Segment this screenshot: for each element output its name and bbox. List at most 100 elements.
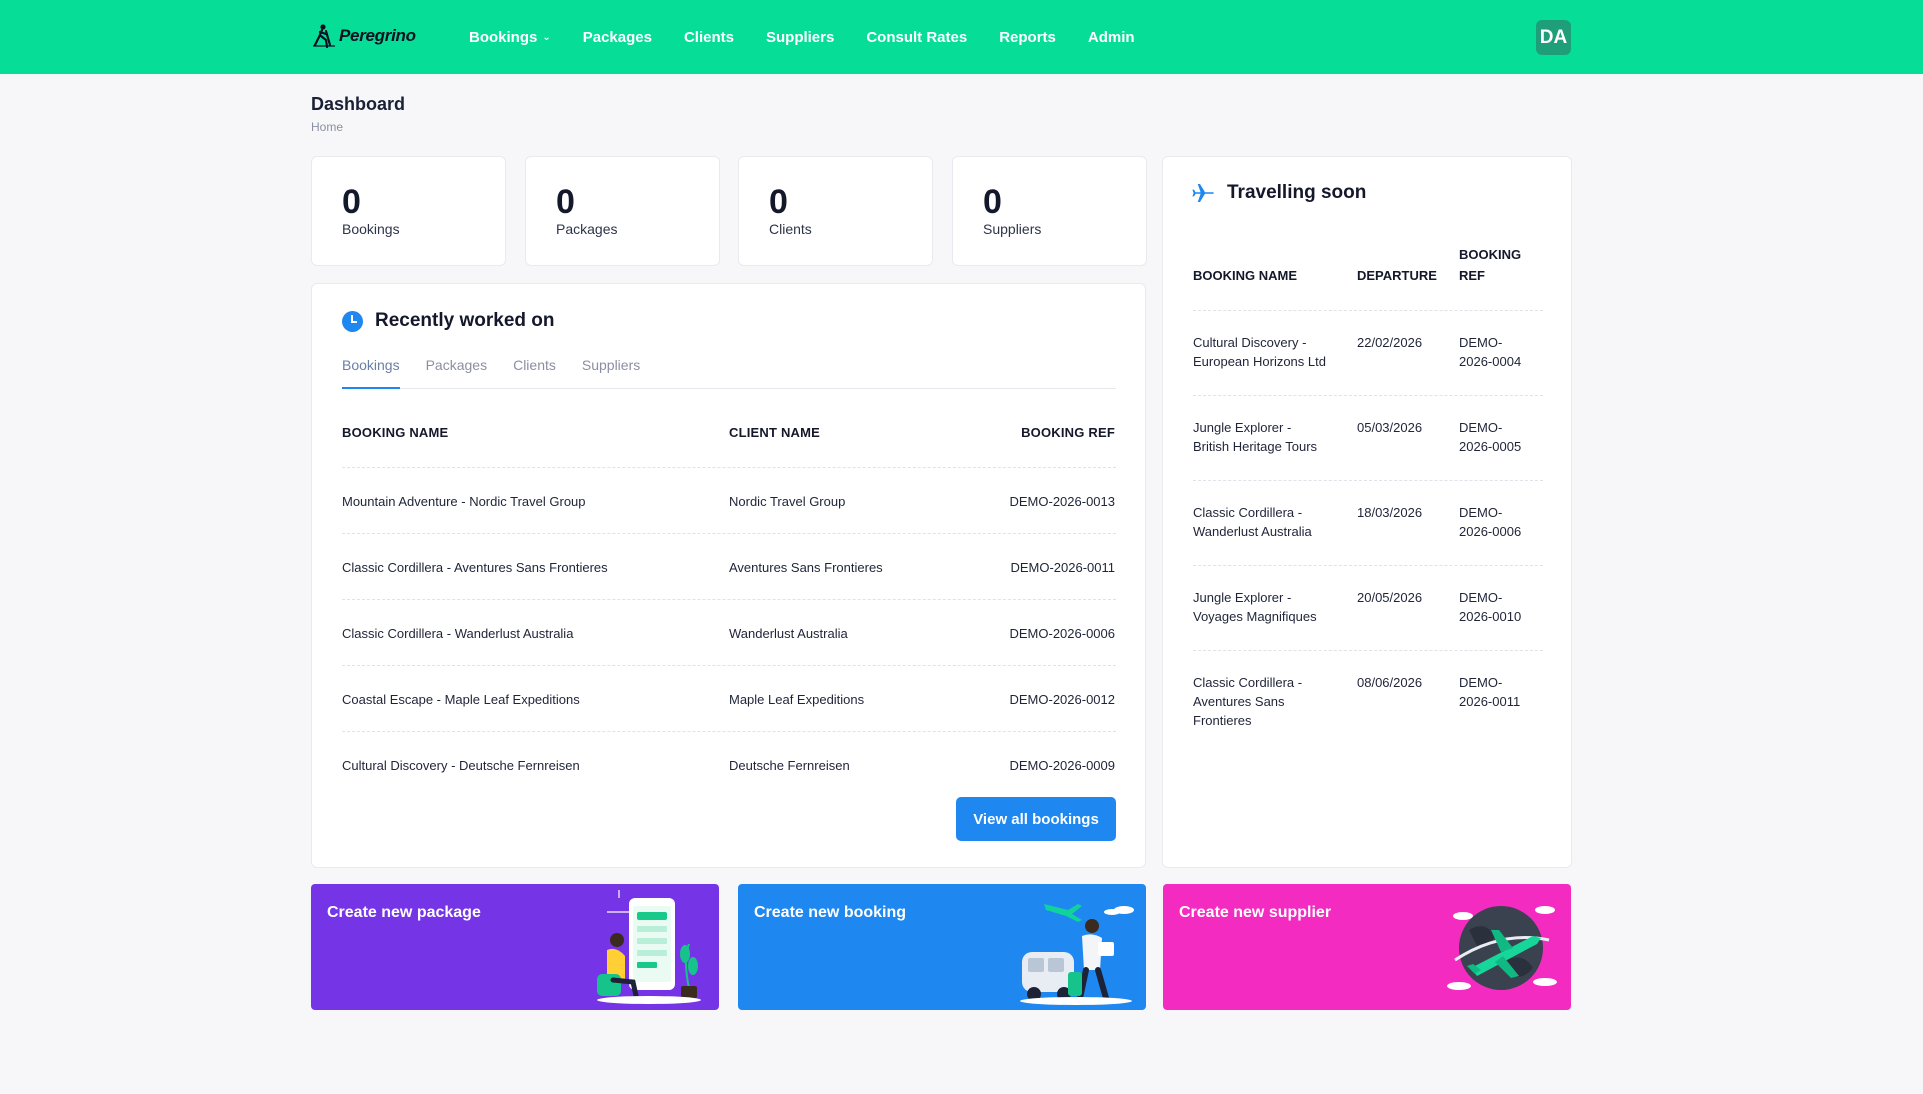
nav-item-label: Bookings [469, 28, 538, 46]
page-title: Dashboard [311, 94, 406, 114]
booking-ref-cell: DEMO-2026-0013 [1009, 494, 1116, 509]
row-divider [1193, 480, 1543, 481]
tab-packages[interactable]: Packages [426, 357, 487, 389]
booking-ref-cell: DEMO-2026-0009 [1009, 758, 1116, 773]
column-header-booking-ref[interactable]: BOOKING REF [1459, 244, 1521, 286]
user-avatar[interactable]: DA [1536, 20, 1571, 55]
create-new-booking-tile[interactable]: Create new booking [738, 884, 1146, 1010]
nav-item-consult-rates[interactable]: Consult Rates [866, 29, 967, 46]
client-name-cell: Deutsche Fernreisen [729, 758, 850, 773]
section-title: Travelling soon [1227, 182, 1367, 203]
cell-line: Wanderlust Australia [1193, 524, 1312, 539]
globe-plane-illustration-icon [1447, 906, 1557, 990]
breadcrumb[interactable]: Home [311, 120, 343, 134]
row-divider [342, 731, 1116, 732]
booking-ref-cell: DEMO-2026-0011 [1010, 560, 1115, 575]
booking-ref-cell: DEMO-2026-0012 [1009, 692, 1116, 707]
column-header-line: REF [1459, 268, 1485, 283]
nav-item-label: Packages [582, 28, 652, 46]
cell-line: Jungle Explorer - [1193, 420, 1292, 435]
recent-tabs: Bookings Packages Clients Suppliers [342, 357, 1116, 389]
booking-name-cell[interactable]: Jungle Explorer - Voyages Magnifiques [1193, 588, 1317, 626]
airplane-icon [1192, 184, 1214, 202]
cell-line: Voyages Magnifiques [1193, 609, 1317, 624]
traveller-van-illustration-icon [1020, 904, 1134, 1005]
booking-name-cell[interactable]: Classic Cordillera - Aventures Sans Fron… [1193, 673, 1302, 730]
stat-card-packages[interactable]: 0 Packages [525, 156, 720, 266]
booking-name-cell[interactable]: Cultural Discovery - Deutsche Fernreisen [342, 758, 580, 773]
client-name-cell: Nordic Travel Group [729, 494, 846, 509]
booking-name-cell[interactable]: Jungle Explorer - British Heritage Tours [1193, 418, 1317, 456]
client-name-cell: Maple Leaf Expeditions [729, 692, 865, 707]
create-new-package-tile[interactable]: Create new package [311, 884, 719, 1010]
cell-line: DEMO- [1459, 335, 1503, 350]
column-header-booking-name[interactable]: BOOKING NAME [342, 425, 448, 440]
logo-text: Peregrino [339, 26, 416, 45]
booking-name-cell[interactable]: Coastal Escape - Maple Leaf Expeditions [342, 692, 580, 707]
cell-line: DEMO- [1459, 590, 1503, 605]
tab-suppliers[interactable]: Suppliers [582, 357, 640, 389]
cell-line: DEMO- [1459, 505, 1503, 520]
client-name-cell: Wanderlust Australia [729, 626, 848, 641]
departure-cell: 22/02/2026 [1357, 335, 1423, 350]
row-divider [1193, 395, 1543, 396]
cell-line: Jungle Explorer - [1193, 590, 1292, 605]
column-header-departure[interactable]: DEPARTURE [1357, 265, 1437, 286]
nav-item-suppliers[interactable]: Suppliers [766, 29, 834, 46]
booking-name-cell[interactable]: Mountain Adventure - Nordic Travel Group [342, 494, 586, 509]
column-header-booking-ref[interactable]: BOOKING REF [1021, 425, 1115, 440]
tab-clients[interactable]: Clients [513, 357, 556, 389]
row-divider [1193, 650, 1543, 651]
nav-item-clients[interactable]: Clients [684, 29, 734, 46]
departure-cell: 05/03/2026 [1357, 420, 1423, 435]
booking-name-cell[interactable]: Classic Cordillera - Wanderlust Australi… [342, 626, 573, 641]
stat-value: 0 [769, 183, 788, 221]
clock-icon [342, 310, 363, 332]
cell-line: 2026-0011 [1459, 694, 1521, 709]
main-nav: Bookings ⌄ Packages Clients Suppliers Co… [469, 0, 1167, 74]
nav-item-label: Reports [999, 28, 1056, 46]
cell-line: 2026-0006 [1459, 524, 1522, 539]
stat-label: Bookings [342, 221, 400, 237]
stat-label: Clients [769, 221, 812, 237]
column-header-booking-name[interactable]: BOOKING NAME [1193, 265, 1297, 286]
cell-line: Frontieres [1193, 713, 1252, 728]
create-new-supplier-tile[interactable]: Create new supplier [1163, 884, 1571, 1010]
tile-label: Create new supplier [1179, 904, 1332, 921]
column-header-client-name[interactable]: CLIENT NAME [729, 425, 820, 440]
nav-item-packages[interactable]: Packages [583, 29, 652, 46]
recently-worked-on-card: Recently worked on Bookings Packages Cli… [311, 283, 1146, 868]
view-all-bookings-button[interactable]: View all bookings [956, 797, 1116, 841]
cell-line: 2026-0004 [1459, 354, 1522, 369]
cell-line: British Heritage Tours [1193, 439, 1318, 454]
booking-name-cell[interactable]: Cultural Discovery - European Horizons L… [1193, 333, 1326, 371]
nav-item-bookings[interactable]: Bookings ⌄ [469, 29, 551, 46]
booking-name-cell[interactable]: Classic Cordillera - Wanderlust Australi… [1193, 503, 1312, 541]
stat-card-suppliers[interactable]: 0 Suppliers [952, 156, 1147, 266]
departure-cell: 18/03/2026 [1357, 505, 1423, 520]
column-header-line: BOOKING [1459, 247, 1522, 262]
nav-item-reports[interactable]: Reports [999, 29, 1056, 46]
booking-ref-cell: DEMO-2026-0006 [1009, 626, 1116, 641]
nav-item-admin[interactable]: Admin [1088, 29, 1135, 46]
phone-shopping-illustration-icon [597, 890, 701, 1004]
client-name-cell: Aventures Sans Frontieres [729, 560, 883, 575]
stat-card-bookings[interactable]: 0 Bookings [311, 156, 506, 266]
tab-bookings[interactable]: Bookings [342, 357, 400, 389]
nav-item-label: Clients [683, 28, 734, 46]
nav-item-label: Consult Rates [866, 28, 968, 46]
stat-card-clients[interactable]: 0 Clients [738, 156, 933, 266]
cell-line: 2026-0005 [1459, 439, 1522, 454]
row-divider [342, 533, 1116, 534]
app-logo[interactable]: Peregrino [311, 21, 416, 51]
cell-line: 2026-0010 [1459, 609, 1522, 624]
cell-line: Classic Cordillera - [1193, 505, 1303, 520]
booking-name-cell[interactable]: Classic Cordillera - Aventures Sans Fron… [342, 560, 608, 575]
booking-ref-cell: DEMO- 2026-0005 [1459, 418, 1521, 456]
row-divider [342, 665, 1116, 666]
cell-line: Aventures Sans [1193, 694, 1285, 709]
cell-line: Classic Cordillera - [1193, 675, 1303, 690]
stat-value: 0 [983, 183, 1002, 221]
stat-value: 0 [342, 183, 361, 221]
tile-label: Create new package [327, 904, 481, 921]
